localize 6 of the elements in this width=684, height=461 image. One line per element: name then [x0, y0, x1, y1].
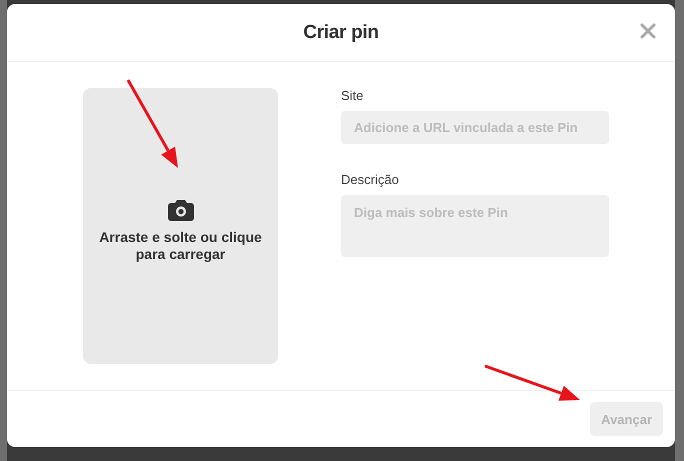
upload-label: Arraste e solte ou clique para carregar: [98, 228, 263, 262]
field-label: Descrição: [341, 172, 399, 187]
dialog-title: Criar pin: [303, 22, 379, 44]
camera-icon: [168, 200, 194, 220]
upload-area[interactable]: Arraste e solte ou clique para carregar: [83, 88, 278, 364]
field-label: Site: [341, 88, 364, 103]
